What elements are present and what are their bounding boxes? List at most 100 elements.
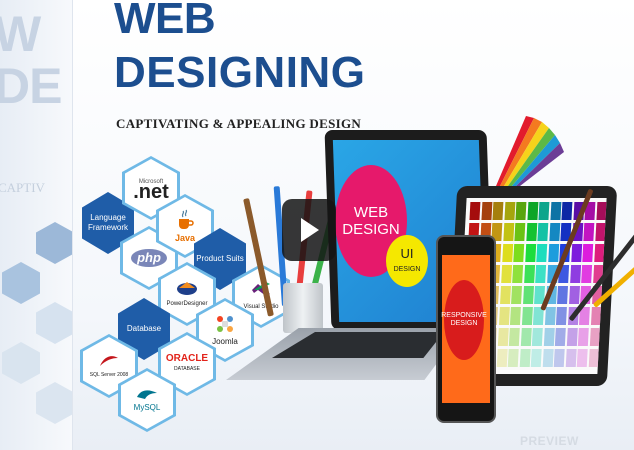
color-swatch: [576, 349, 588, 367]
preview-watermark: PREVIEW: [520, 434, 579, 448]
color-swatch: [513, 244, 525, 262]
color-swatch: [511, 286, 522, 304]
color-swatch: [589, 328, 601, 346]
ui-line-2: DESIGN: [393, 265, 421, 273]
color-swatch: [508, 328, 520, 346]
product-suits-label: Product Suits: [196, 254, 244, 263]
color-swatch: [500, 265, 512, 283]
color-swatch: [565, 349, 577, 367]
color-swatch: [501, 244, 513, 262]
ui-line-1: UI: [400, 245, 414, 261]
banner-title: WEB DESIGNING: [114, 0, 365, 96]
color-swatch: [503, 202, 515, 220]
php-logo: php: [131, 249, 167, 267]
color-swatch: [525, 223, 537, 241]
color-swatch: [520, 328, 532, 346]
color-swatch: [498, 307, 510, 325]
color-swatch: [469, 202, 481, 220]
database-label: Database: [126, 324, 162, 333]
color-swatch: [515, 202, 527, 220]
play-button[interactable]: [282, 199, 336, 261]
color-swatch: [535, 265, 547, 283]
color-swatch: [522, 286, 534, 304]
java-label: Java: [174, 233, 196, 243]
color-swatch: [594, 223, 606, 241]
color-swatch: [509, 307, 521, 325]
sql-server-icon: [99, 356, 118, 366]
color-swatch: [499, 286, 511, 304]
color-swatch: [544, 307, 556, 325]
ghost-hex: [36, 302, 72, 344]
joomla-label: Joomla: [212, 337, 238, 346]
color-swatch: [583, 223, 595, 241]
color-swatch: [593, 244, 605, 262]
color-swatch: [569, 265, 581, 283]
color-swatch: [523, 265, 535, 283]
color-swatch: [512, 265, 524, 283]
color-swatch: [595, 202, 607, 220]
color-swatch: [581, 265, 593, 283]
ghost-caption: CAPTIV: [0, 180, 45, 195]
color-swatch: [570, 244, 582, 262]
color-swatch: [536, 244, 548, 262]
color-swatch: [524, 244, 536, 262]
oracle-sub-label: DATABASE: [174, 366, 200, 372]
powerdesigner-icon: [177, 282, 197, 295]
color-swatch: [555, 307, 567, 325]
ghost-title: W DE: [0, 8, 62, 114]
joomla-icon: [216, 316, 233, 332]
dotnet-label: .net: [133, 180, 169, 203]
color-swatch: [514, 223, 526, 241]
ghost-hex: [36, 382, 72, 424]
color-swatch: [547, 244, 559, 262]
video-frame[interactable]: W DE CAPTIV WEB DESIGNING CAPTIVATING & …: [0, 0, 634, 450]
sql-server-label: SQL Server 2008: [89, 372, 129, 378]
color-swatch: [588, 349, 600, 367]
pencil-cup: [283, 283, 323, 333]
color-swatch: [537, 223, 549, 241]
ghost-hex: [2, 342, 40, 384]
color-swatch: [561, 202, 573, 220]
color-swatch: [568, 286, 580, 304]
web-design-line-2: DESIGN: [342, 221, 400, 238]
color-swatch: [577, 328, 589, 346]
color-swatch: [543, 328, 555, 346]
color-swatch: [566, 328, 578, 346]
color-swatch: [519, 349, 531, 367]
color-swatch: [507, 349, 519, 367]
tagline: CAPTIVATING & APPEALING DESIGN: [116, 116, 362, 131]
ui-design-circle: UI DESIGN: [386, 235, 428, 287]
visual-studio-label: Visual Studio: [243, 304, 279, 310]
color-swatch: [538, 202, 550, 220]
color-swatch: [530, 349, 542, 367]
color-swatch: [553, 349, 565, 367]
color-swatch: [492, 202, 504, 220]
color-swatch: [590, 307, 602, 325]
color-swatch: [548, 223, 560, 241]
color-swatch: [496, 349, 508, 367]
play-icon: [301, 218, 319, 242]
title-line-1: WEB: [114, 0, 216, 43]
powerdesigner-label: PowerDesigner: [166, 301, 208, 307]
ghost-hex: [36, 222, 72, 264]
web-design-line-1: WEB: [353, 204, 389, 221]
mysql-dolphin-icon: [136, 390, 157, 399]
color-fan-graphic: [496, 116, 564, 186]
color-swatch: [557, 286, 568, 304]
title-line-2: DESIGNING: [114, 48, 366, 97]
ghost-panel: W DE CAPTIV: [0, 0, 73, 450]
color-swatch: [497, 328, 509, 346]
hex-language-label: Language Framework: [87, 213, 128, 232]
mysql-label: MySQL: [133, 403, 161, 412]
color-swatch: [526, 202, 538, 220]
java-cup-icon: [179, 209, 194, 229]
responsive-design-label: RESPONSIVE DESIGN: [441, 312, 487, 327]
color-swatch: [531, 328, 543, 346]
color-swatch: [582, 244, 594, 262]
color-swatch: [542, 349, 554, 367]
color-swatch: [502, 223, 514, 241]
oracle-label: ORACLE: [165, 353, 209, 364]
color-swatch: [521, 307, 533, 325]
color-swatch: [480, 202, 492, 220]
responsive-design-circle: RESPONSIVE DESIGN: [441, 280, 487, 360]
